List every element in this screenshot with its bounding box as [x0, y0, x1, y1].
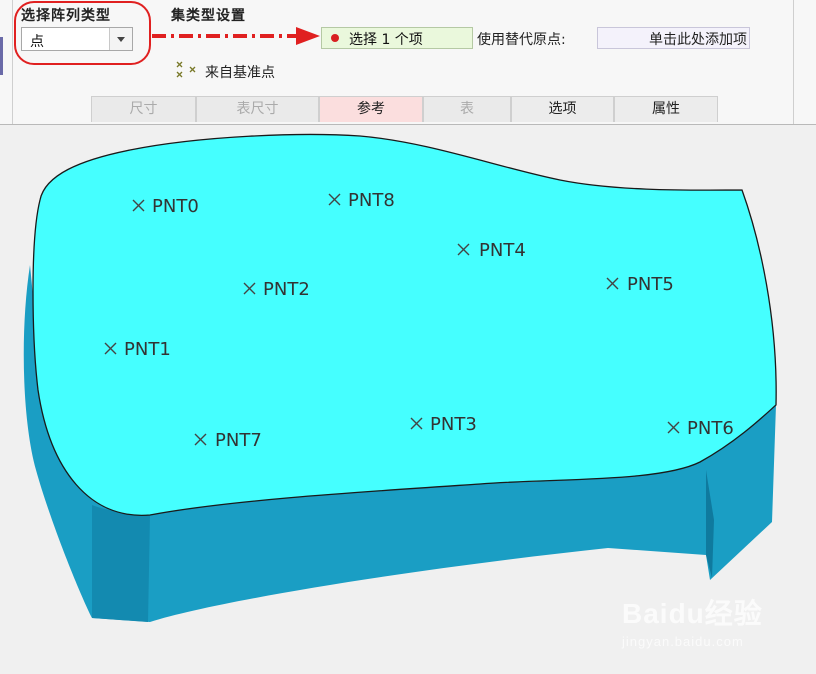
reference-collector-label: 选择 1 个项	[349, 32, 423, 48]
selection-dot-icon	[331, 34, 339, 42]
datum-point-label: PNT2	[263, 279, 310, 300]
annotation-arrow	[152, 27, 320, 45]
alt-origin-collector[interactable]: 单击此处添加项	[597, 27, 750, 49]
tab-dimensions[interactable]: 尺寸	[91, 96, 196, 122]
tab-bar: 尺寸 表尺寸 参考 表 选项 属性	[91, 96, 718, 123]
datum-point-label: PNT3	[430, 414, 477, 435]
alt-origin-label: 使用替代原点:	[477, 32, 566, 48]
datum-point-label: PNT0	[152, 196, 199, 217]
datum-point-label: PNT4	[479, 240, 526, 261]
ribbon-edge	[0, 37, 3, 75]
datum-point-label: PNT6	[687, 418, 734, 439]
ribbon: 选择阵列类型 点 集类型设置 选择 1 个项 使用替代原点: 单击此处添加项 来…	[0, 0, 816, 125]
divider	[793, 0, 794, 124]
highlight-oval	[14, 1, 151, 65]
datum-point-label: PNT7	[215, 430, 262, 451]
set-type-label: 集类型设置	[171, 8, 246, 24]
watermark: Baidu经验 jingyan.baidu.com	[622, 592, 763, 649]
divider	[12, 0, 13, 124]
reference-collector[interactable]: 选择 1 个项	[321, 27, 473, 49]
watermark-brand: Baidu经验	[622, 598, 763, 629]
datum-point-icon	[176, 61, 196, 78]
tab-properties[interactable]: 属性	[614, 96, 718, 122]
part-top-face	[32, 133, 777, 516]
part-side-face-left	[92, 505, 150, 622]
tab-table-dimensions[interactable]: 表尺寸	[196, 96, 319, 122]
datum-point-label: PNT8	[348, 190, 395, 211]
datum-option-label[interactable]: 来自基准点	[205, 62, 275, 82]
tab-references[interactable]: 参考	[319, 96, 423, 122]
tab-options[interactable]: 选项	[511, 96, 614, 122]
alt-origin-placeholder: 单击此处添加项	[649, 32, 747, 48]
datum-point-label: PNT5	[627, 274, 674, 295]
datum-point-label: PNT1	[124, 339, 171, 360]
watermark-url: jingyan.baidu.com	[622, 634, 744, 649]
tab-table[interactable]: 表	[423, 96, 511, 122]
